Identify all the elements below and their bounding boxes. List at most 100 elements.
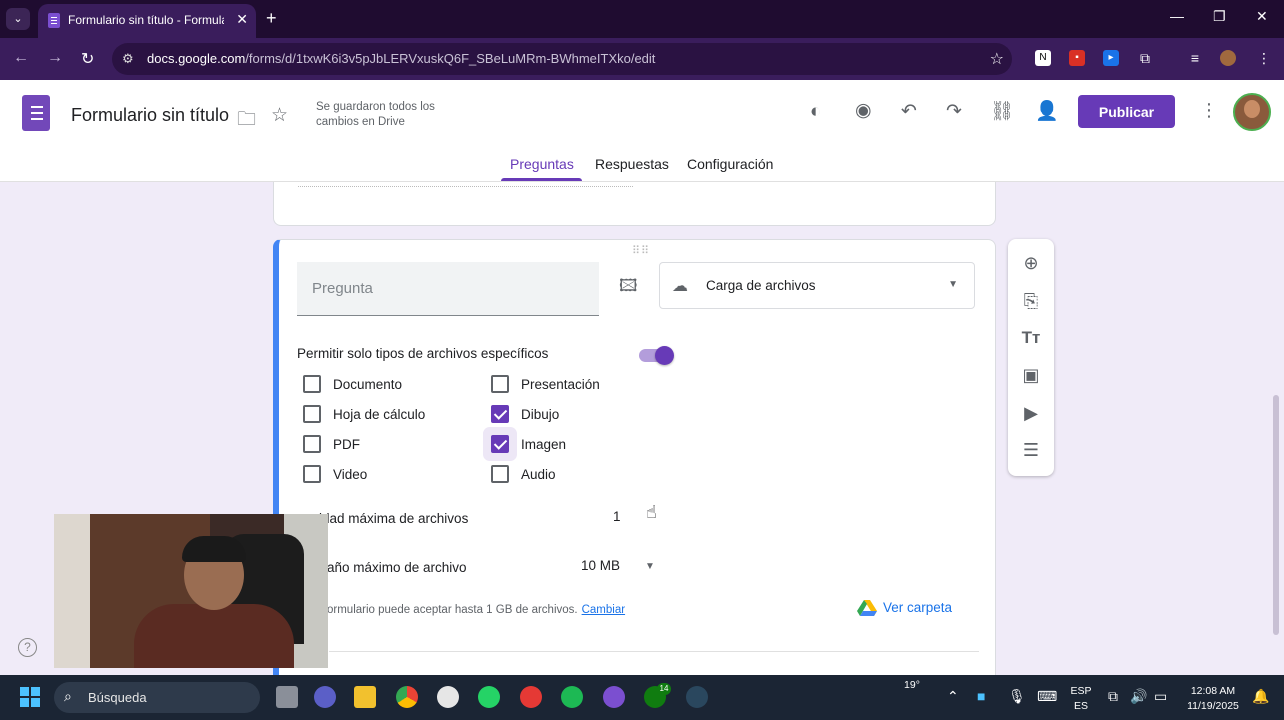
import-questions-icon[interactable]: ⎘ (1019, 291, 1043, 312)
filetype-video[interactable]: Video (303, 465, 367, 483)
minimize-icon[interactable]: — (1170, 8, 1184, 24)
forms-header: Formulario sin título 🗀 ☆ Se guardaron t… (0, 80, 1284, 182)
extension-icon[interactable]: ▸ (1103, 50, 1119, 66)
maximize-icon[interactable]: ❐ (1213, 8, 1226, 25)
app-icon[interactable] (603, 686, 625, 708)
volume-icon[interactable]: 🔊 (1130, 688, 1147, 705)
filetype-imagen[interactable]: Imagen (491, 435, 566, 453)
clock[interactable]: 12:08 AM 11/19/2025 (1180, 684, 1246, 714)
add-collaborator-icon[interactable]: 👤 (1035, 99, 1059, 123)
checkbox[interactable] (303, 435, 321, 453)
undo-icon[interactable]: ↶ (901, 100, 917, 123)
filetype-pdf[interactable]: PDF (303, 435, 360, 453)
tab-search-button[interactable]: ⌄ (6, 8, 30, 30)
max-files-label: idad máxima de archivos (319, 511, 469, 526)
forms-favicon-icon (48, 13, 60, 28)
question-input[interactable]: Pregunta (297, 262, 599, 316)
show-hidden-icons-icon[interactable]: ⌃ (947, 688, 959, 705)
caret-down-icon[interactable]: ▼ (645, 561, 655, 572)
tray-app-icon[interactable]: ■ (977, 688, 985, 704)
account-avatar[interactable] (1233, 93, 1271, 131)
more-options-icon[interactable]: ⋮ (1200, 100, 1218, 121)
file-viewer-app-icon[interactable] (276, 686, 298, 708)
browser-tab[interactable]: Formulario sin título - Formular ✕ (38, 4, 256, 38)
add-question-icon[interactable]: ⊕ (1019, 253, 1043, 274)
redo-icon[interactable]: ↷ (946, 100, 962, 123)
teams-app-icon[interactable] (314, 686, 336, 708)
chrome-app-icon[interactable] (396, 686, 418, 708)
youtube-app-icon[interactable] (520, 686, 542, 708)
star-icon[interactable]: ☆ (271, 104, 288, 127)
tab-close-icon[interactable]: ✕ (236, 11, 248, 28)
form-title[interactable]: Formulario sin título (71, 105, 229, 126)
add-section-icon[interactable]: ☰ (1019, 440, 1043, 461)
bookmark-star-icon[interactable]: ☆ (990, 49, 1004, 69)
back-icon[interactable]: ← (13, 49, 29, 67)
folder-icon[interactable]: 🗀 (237, 105, 256, 137)
question-card[interactable]: ⠿⠿ Pregunta 🖾 ☁ Carga de archivos ▼ Perm… (273, 239, 996, 679)
google-drive-icon (857, 600, 877, 616)
whatsapp-app-icon[interactable] (478, 686, 500, 708)
filetype-audio[interactable]: Audio (491, 465, 556, 483)
max-files-value[interactable]: 1 (613, 509, 621, 524)
divider (298, 186, 633, 187)
checkbox[interactable] (491, 465, 509, 483)
max-size-value[interactable]: 10 MB (581, 558, 620, 573)
checkbox-checked[interactable] (491, 405, 509, 423)
checkbox-checked[interactable] (491, 435, 509, 453)
notion-extension-icon[interactable]: N (1035, 50, 1051, 66)
help-icon[interactable]: ? (18, 638, 37, 657)
clock-date: 11/19/2025 (1187, 700, 1239, 712)
preview-eye-icon[interactable]: ◉ (855, 99, 872, 122)
extensions-puzzle-icon[interactable]: ⧉ (1137, 50, 1153, 66)
site-info-icon[interactable]: ⚙ (122, 51, 134, 67)
checkbox[interactable] (303, 405, 321, 423)
notification-bell-icon[interactable]: 🔔 (1252, 688, 1269, 705)
tab-respuestas[interactable]: Respuestas (595, 156, 669, 172)
question-type-dropdown[interactable]: ☁ Carga de archivos ▼ (659, 262, 975, 309)
profile-avatar[interactable] (1220, 50, 1236, 66)
checkbox[interactable] (303, 375, 321, 393)
battery-icon[interactable]: ▭ (1154, 688, 1167, 705)
scrollbar-thumb[interactable] (1273, 395, 1279, 635)
add-video-icon[interactable]: ▶ (1019, 403, 1043, 424)
keyboard-icon[interactable]: ⌨ (1037, 688, 1057, 705)
spotify-app-icon[interactable] (561, 686, 583, 708)
new-tab-icon[interactable]: + (266, 8, 277, 28)
window-close-icon[interactable]: ✕ (1256, 8, 1268, 25)
tab-configuracion[interactable]: Configuración (687, 156, 773, 172)
filetype-hoja-de-calculo[interactable]: Hoja de cálculo (303, 405, 425, 423)
add-image-icon[interactable]: 🖾 (619, 273, 638, 302)
steam-app-icon[interactable] (686, 686, 708, 708)
checkbox[interactable] (303, 465, 321, 483)
display-icon[interactable]: ⧉ (1108, 688, 1118, 705)
language-indicator[interactable]: ESP ES (1066, 684, 1096, 714)
google-forms-logo-icon[interactable] (22, 95, 50, 131)
whatsapp-web-app-icon[interactable] (437, 686, 459, 708)
add-title-icon[interactable]: Tт (1019, 328, 1043, 348)
drag-handle-icon[interactable]: ⠿⠿ (632, 244, 650, 257)
windows-start-icon[interactable] (20, 687, 40, 707)
browser-menu-icon[interactable]: ⋮ (1256, 50, 1272, 66)
checkbox[interactable] (491, 375, 509, 393)
file-explorer-app-icon[interactable] (354, 686, 376, 708)
view-folder-link[interactable]: Ver carpeta (883, 600, 952, 615)
filetype-presentacion[interactable]: Presentación (491, 375, 600, 393)
publish-button[interactable]: Publicar (1078, 95, 1175, 128)
weather-temp[interactable]: 19° (897, 679, 927, 691)
palette-icon[interactable]: ◐ (810, 101, 821, 123)
reading-list-icon[interactable]: ≡ (1187, 50, 1203, 66)
tab-preguntas[interactable]: Preguntas (510, 156, 574, 172)
change-limit-link[interactable]: Cambiar (582, 604, 625, 616)
extension-icon[interactable]: ▪ (1069, 50, 1085, 66)
microphone-icon[interactable]: 🎙 (1008, 688, 1026, 705)
reload-icon[interactable]: ↻ (81, 49, 94, 69)
taskbar-search[interactable]: ⌕ Búsqueda (54, 682, 260, 713)
link-icon[interactable]: ⛓ (990, 99, 1014, 123)
add-image-icon[interactable]: ▣ (1019, 365, 1043, 386)
filetype-documento[interactable]: Documento (303, 375, 402, 393)
filetype-dibujo[interactable]: Dibujo (491, 405, 559, 423)
toggle-knob[interactable] (655, 346, 674, 365)
url-field[interactable]: ⚙ docs.google.com/forms/d/1txwK6i3v5pJbL… (112, 43, 1012, 75)
forward-icon[interactable]: → (47, 49, 63, 67)
